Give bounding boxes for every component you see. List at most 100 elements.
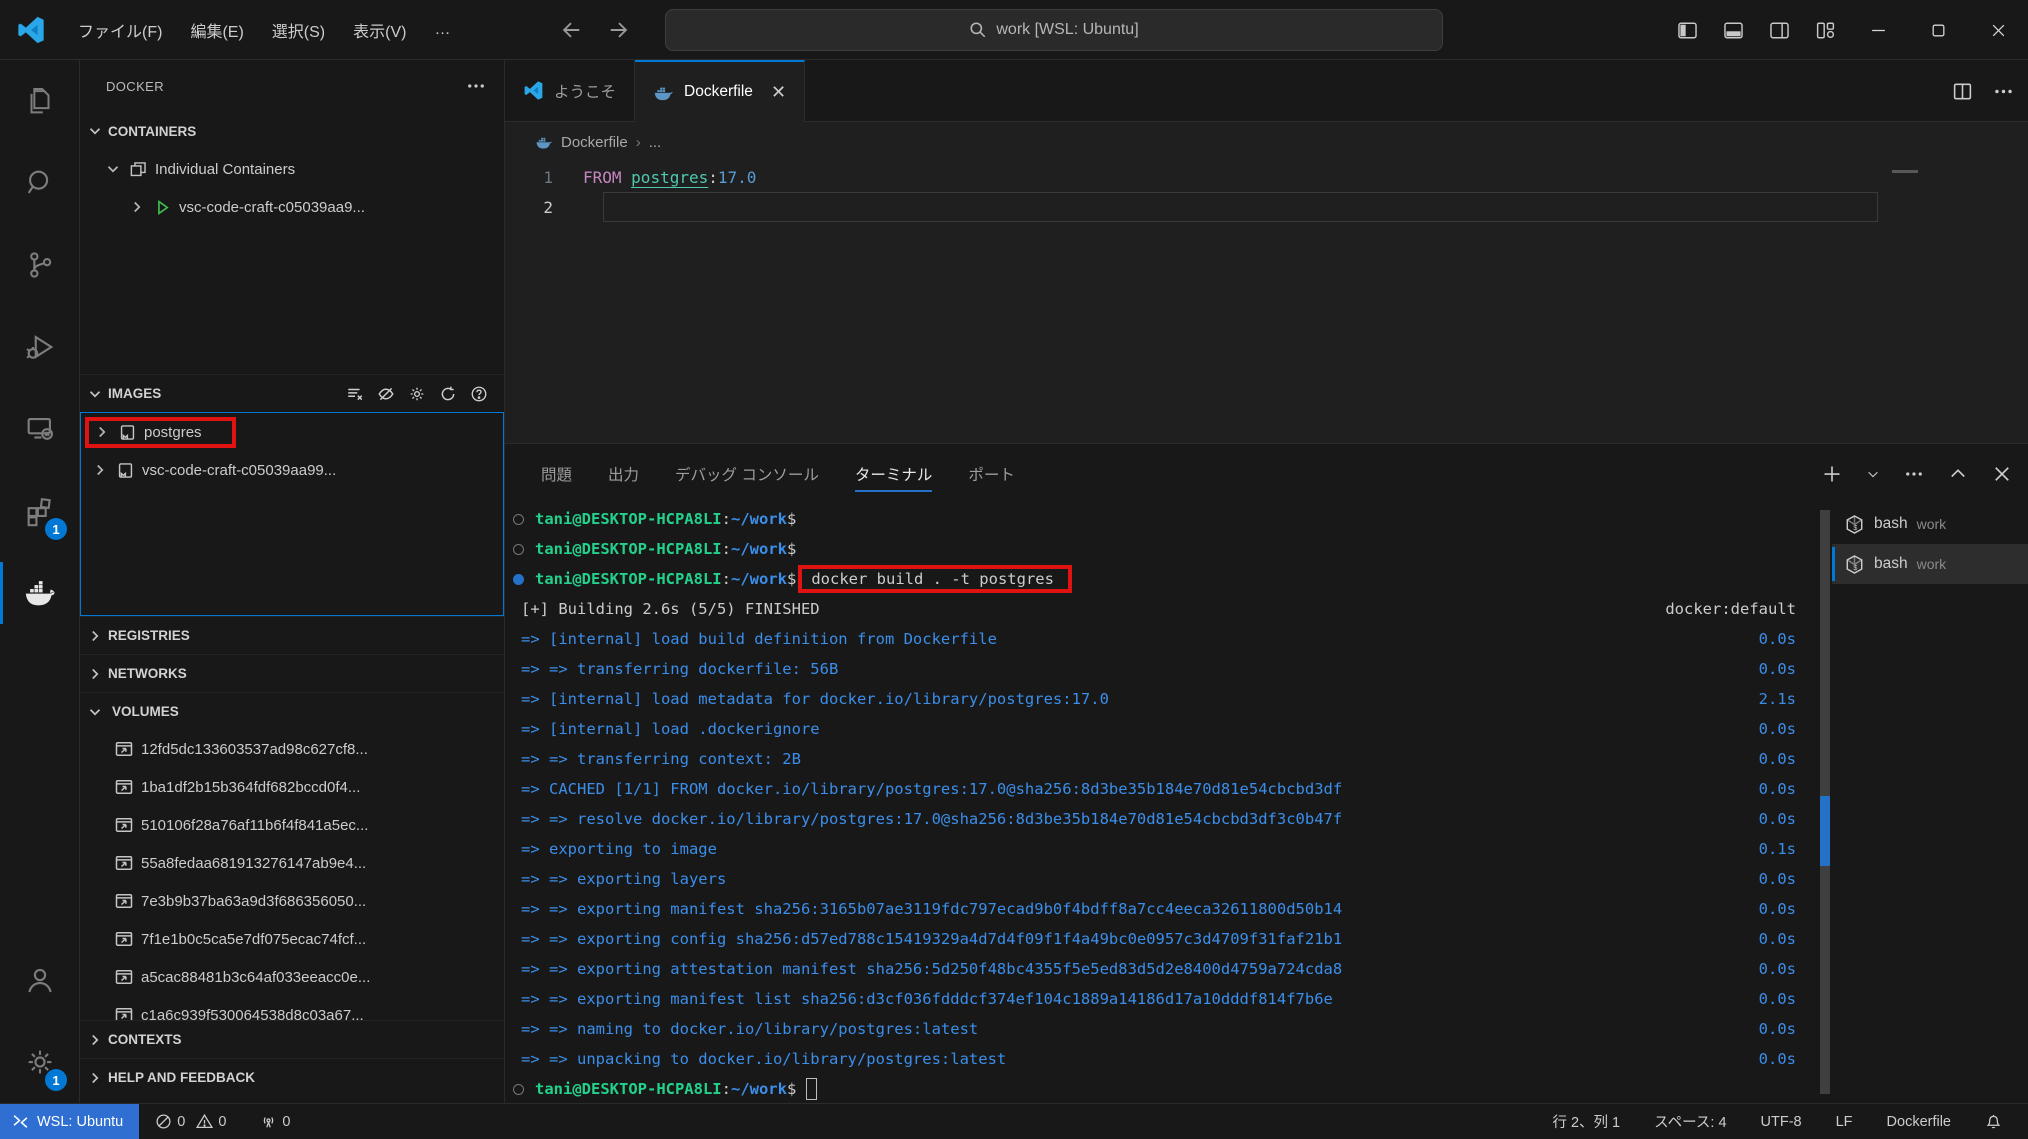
back-arrow-icon[interactable] [560, 19, 582, 41]
tab-ports[interactable]: ポート [968, 444, 1015, 504]
close-tab-icon[interactable]: ✕ [771, 82, 786, 103]
section-images[interactable]: IMAGES [80, 374, 504, 412]
maximize-panel-icon[interactable] [1948, 464, 1968, 484]
menu-edit[interactable]: 編集(E) [176, 12, 257, 48]
breadcrumb-more[interactable]: ... [649, 134, 662, 151]
eye-off-icon[interactable] [377, 385, 395, 403]
command-decoration-icon[interactable] [513, 543, 524, 555]
tab-output[interactable]: 出力 [608, 444, 639, 504]
remote-explorer-icon[interactable] [0, 388, 79, 470]
explorer-icon[interactable] [0, 60, 79, 142]
section-label: NETWORKS [108, 666, 187, 681]
refresh-icon[interactable] [439, 385, 457, 403]
tree-item-volume[interactable]: 510106f28a76af11b6f4f841a5ec... [80, 806, 504, 844]
problems-status[interactable]: 0 0 [145, 1113, 236, 1130]
toggle-secondary-sidebar-icon[interactable] [1756, 0, 1802, 60]
section-volumes[interactable]: VOLUMES [80, 692, 504, 730]
filter-clear-icon[interactable] [346, 385, 364, 403]
extensions-icon[interactable]: 1 [0, 470, 79, 552]
close-window-button[interactable] [1968, 0, 2028, 60]
language-mode[interactable]: Dockerfile [1875, 1114, 1963, 1130]
menu-more[interactable]: … [420, 15, 464, 45]
tree-item-volume[interactable]: 1ba1df2b15b364fdf682bccd0f4... [80, 768, 504, 806]
terminal-prompt-line-active[interactable]: tani@DESKTOP-HCPA8LI: ~/work $ [505, 1074, 1818, 1104]
maximize-button[interactable] [1908, 0, 1968, 60]
panel-more-actions-icon[interactable] [1904, 464, 1924, 484]
breadcrumb[interactable]: Dockerfile › ... [505, 122, 2028, 162]
source-control-icon[interactable] [0, 224, 79, 306]
tree-item-individual-containers[interactable]: Individual Containers [80, 150, 504, 188]
section-networks[interactable]: NETWORKS [80, 654, 504, 692]
settings-gear-icon[interactable]: 1 [0, 1021, 79, 1103]
new-terminal-icon[interactable] [1822, 464, 1842, 484]
remote-indicator[interactable]: WSL: Ubuntu [0, 1103, 140, 1139]
menu-selection[interactable]: 選択(S) [258, 12, 339, 48]
section-label: CONTAINERS [108, 123, 197, 139]
code-line-1: 1 FROM postgres : 17.0 [505, 162, 2028, 192]
annotation-box-command: docker build . -t postgres [798, 565, 1072, 593]
sidebar-more-actions-icon[interactable] [466, 76, 486, 96]
code-tag: 17.0 [717, 167, 757, 187]
toggle-panel-icon[interactable] [1710, 0, 1756, 60]
ports-status[interactable]: 0 [250, 1113, 300, 1130]
terminal-output[interactable]: tani@DESKTOP-HCPA8LI: ~/work $ tani@DESKTO… [505, 504, 1818, 1104]
terminal-scrollbar[interactable] [1818, 504, 1832, 1104]
search-view-icon[interactable] [0, 142, 79, 224]
tab-terminal[interactable]: ターミナル [854, 444, 932, 504]
terminal-dropdown-icon[interactable] [1866, 464, 1880, 484]
toggle-sidebar-icon[interactable] [1664, 0, 1710, 60]
run-debug-icon[interactable] [0, 306, 79, 388]
breadcrumb-file[interactable]: Dockerfile [561, 134, 628, 151]
accounts-icon[interactable] [0, 939, 79, 1021]
terminal-session-item-selected[interactable]: $ bash work [1832, 544, 2028, 584]
docker-view-icon[interactable] [0, 552, 79, 634]
minimize-button[interactable] [1848, 0, 1908, 60]
chevron-right-icon [134, 201, 141, 213]
tree-item-image-vsc[interactable]: vsc-code-craft-c05039aa99... [81, 451, 503, 489]
terminal-session-item[interactable]: $ bash work [1832, 504, 2028, 544]
notifications-bell[interactable] [1973, 1113, 2014, 1130]
close-panel-icon[interactable] [1992, 464, 2012, 484]
tree-item-volume[interactable]: 7e3b9b37ba63a9d3f686356050... [80, 882, 504, 920]
terminal-build-step: => [internal] load .dockerignore 0.0s [521, 720, 1796, 738]
section-contexts[interactable]: CONTEXTS [80, 1020, 504, 1058]
cursor-position[interactable]: 行 2、列 1 [1540, 1111, 1632, 1132]
help-icon[interactable] [470, 385, 488, 403]
tab-welcome[interactable]: ようこそ [505, 60, 636, 121]
section-registries[interactable]: REGISTRIES [80, 616, 504, 654]
images-settings-gear-icon[interactable] [408, 385, 426, 403]
tab-dockerfile[interactable]: Dockerfile ✕ [635, 60, 806, 122]
encoding[interactable]: UTF-8 [1749, 1114, 1814, 1130]
forward-arrow-icon[interactable] [608, 19, 630, 41]
customize-layout-icon[interactable] [1802, 0, 1848, 60]
tab-problems[interactable]: 問題 [541, 444, 572, 504]
code-editor[interactable]: 1 FROM postgres : 17.0 2 [505, 162, 2028, 443]
split-editor-icon[interactable] [1952, 81, 1973, 102]
minimap[interactable] [1892, 170, 1918, 173]
editor-more-actions-icon[interactable] [1993, 81, 2014, 102]
menu-view[interactable]: 表示(V) [339, 12, 420, 48]
indentation[interactable]: スペース: 4 [1642, 1111, 1738, 1132]
menu-file[interactable]: ファイル(F) [64, 12, 176, 48]
command-decoration-icon[interactable] [513, 513, 524, 525]
section-help-and-feedback[interactable]: HELP AND FEEDBACK [80, 1058, 504, 1096]
tree-item-volume[interactable]: 55a8fedaa681913276147ab9e4... [80, 844, 504, 882]
tree-item-volume[interactable]: a5cac88481b3c64af033eeacc0e... [80, 958, 504, 996]
command-center-search[interactable]: work [WSL: Ubuntu] [665, 9, 1443, 51]
tree-item-volume[interactable]: 12fd5dc133603537ad98c627cf8... [80, 730, 504, 768]
tab-debug-console[interactable]: デバッグ コンソール [675, 444, 819, 504]
tree-item-running-container[interactable]: vsc-code-craft-c05039aa9... [80, 188, 504, 226]
tab-label: ようこそ [554, 83, 617, 101]
tree-item-label: 7f1e1b0c5ca5e7df075ecac74fcf... [141, 930, 367, 948]
extensions-badge: 1 [45, 518, 67, 540]
vscode-logo-icon [524, 81, 543, 100]
command-decoration-icon[interactable] [513, 1083, 524, 1095]
error-count: 0 [177, 1113, 186, 1130]
eol-selector[interactable]: LF [1824, 1114, 1865, 1130]
section-containers[interactable]: CONTAINERS [80, 112, 504, 150]
tree-item-volume[interactable]: 7f1e1b0c5ca5e7df075ecac74fcf... [80, 920, 504, 958]
tree-item-image-postgres[interactable]: postgres [81, 413, 503, 451]
command-decoration-icon[interactable] [513, 573, 524, 585]
code-image-link[interactable]: postgres [631, 168, 708, 187]
tree-item-volume[interactable]: c1a6c939f530064538d8c03a67... [80, 996, 504, 1020]
